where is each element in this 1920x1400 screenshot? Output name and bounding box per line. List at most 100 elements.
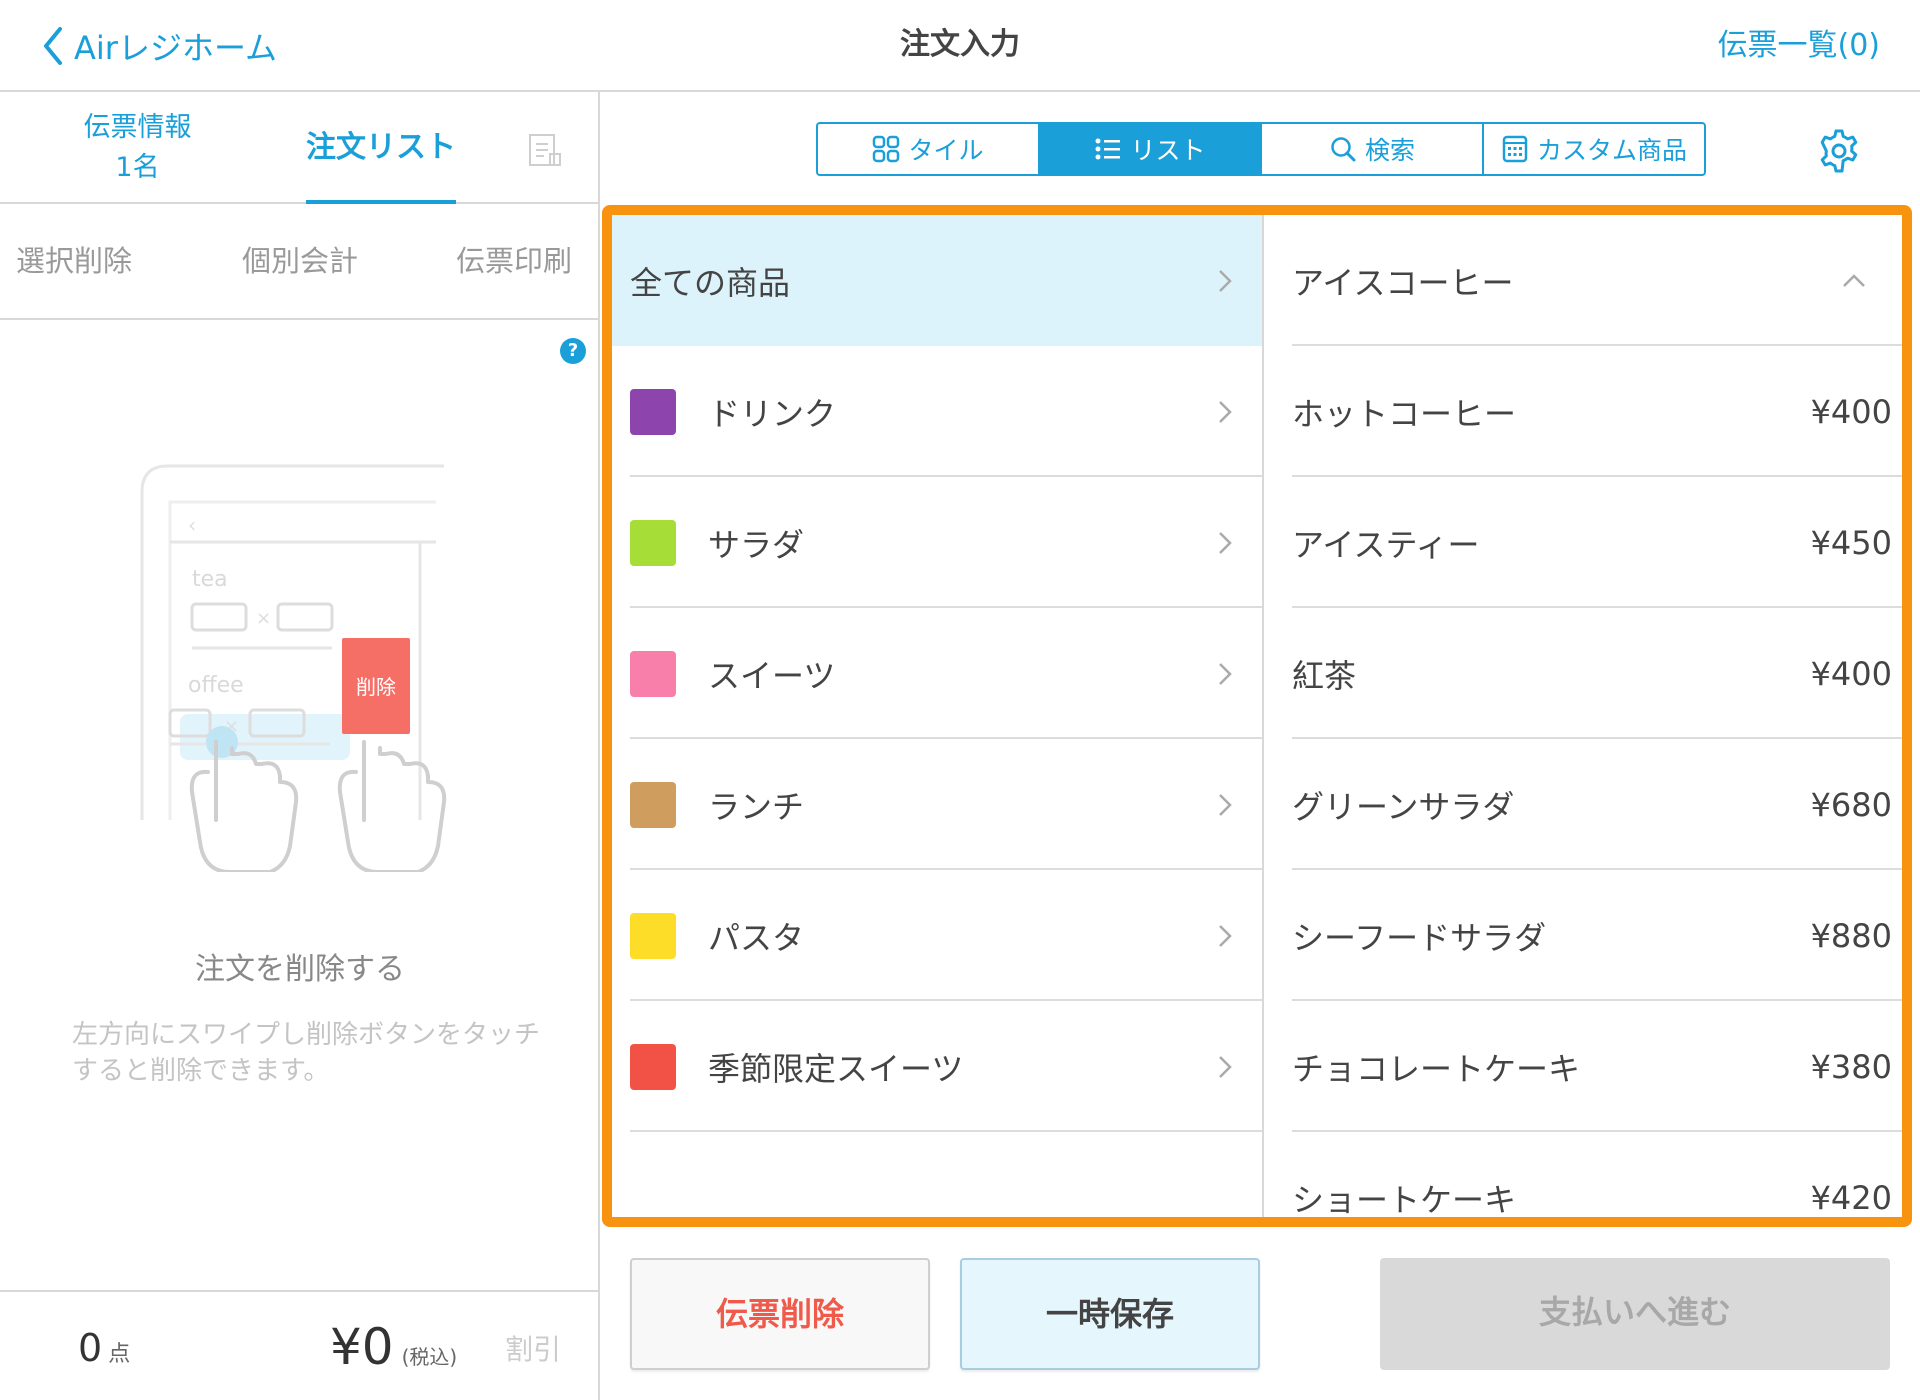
chevron-left-icon bbox=[44, 27, 62, 65]
chevron-up-icon bbox=[1843, 273, 1865, 287]
category-label: ランチ bbox=[708, 787, 805, 826]
category-drink[interactable]: ドリンク bbox=[612, 346, 1262, 477]
category-color-swatch bbox=[630, 912, 676, 959]
back-button[interactable]: Airレジホーム bbox=[42, 22, 277, 70]
category-label: パスタ bbox=[708, 918, 805, 957]
product-row[interactable]: グリーンサラダ ¥680 bbox=[1292, 739, 1902, 870]
category-seasonal-sweets[interactable]: 季節限定スイーツ bbox=[612, 1001, 1262, 1132]
empty-state-description: 左方向にスワイプし削除ボタンをタッチすると削除できます。 bbox=[72, 1020, 541, 1086]
tab-slip-info-label: 伝票情報 bbox=[83, 112, 192, 143]
category-label: 季節限定スイーツ bbox=[708, 1049, 964, 1088]
top-bar: Airレジホーム 注文入力 伝票一覧(0) bbox=[0, 0, 1920, 92]
category-color-swatch bbox=[630, 388, 676, 435]
view-mode-custom-product-label: カスタム商品 bbox=[1536, 136, 1687, 165]
view-mode-list[interactable]: リスト bbox=[1040, 124, 1262, 174]
illus-tea: tea bbox=[192, 567, 228, 592]
tax-included-label: (税込) bbox=[401, 1345, 458, 1369]
product-group-name: アイスコーヒー bbox=[1292, 263, 1514, 302]
product-name: グリーンサラダ bbox=[1292, 787, 1515, 826]
product-name: シーフードサラダ bbox=[1292, 918, 1547, 957]
tab-order-list[interactable]: 注文リスト bbox=[306, 92, 456, 204]
product-row[interactable]: シーフードサラダ ¥880 bbox=[1292, 870, 1902, 1001]
category-lunch[interactable]: ランチ bbox=[612, 739, 1262, 870]
category-pasta[interactable]: パスタ bbox=[612, 870, 1262, 1001]
chevron-right-icon bbox=[1219, 793, 1232, 816]
gear-icon[interactable] bbox=[1816, 128, 1862, 174]
product-price: ¥380 bbox=[1810, 1047, 1892, 1086]
illus-times-1: × bbox=[256, 608, 271, 629]
chevron-right-icon bbox=[1219, 1055, 1232, 1078]
discount-button[interactable]: 割引 bbox=[505, 1328, 561, 1368]
chevron-right-icon bbox=[1219, 924, 1232, 947]
list-icon bbox=[1095, 138, 1121, 160]
product-row[interactable]: アイスティー ¥450 bbox=[1292, 477, 1902, 608]
category-color-swatch bbox=[630, 650, 676, 697]
category-color-swatch bbox=[630, 1043, 676, 1090]
item-count-unit: 点 bbox=[108, 1342, 131, 1367]
category-salad[interactable]: サラダ bbox=[612, 477, 1262, 608]
product-list: アイスコーヒー ホットコーヒー ¥400 アイスティー ¥450 紅茶 ¥400… bbox=[1264, 215, 1902, 1217]
product-price: ¥880 bbox=[1810, 916, 1892, 955]
guest-count: 1名 bbox=[115, 152, 160, 183]
product-name: 紅茶 bbox=[1292, 656, 1357, 695]
product-row[interactable]: 紅茶 ¥400 bbox=[1292, 608, 1902, 739]
category-color-swatch bbox=[630, 519, 676, 566]
swipe-delete-illustration: ‹ tea × offee × 削除 bbox=[140, 464, 447, 872]
view-mode-search[interactable]: 検索 bbox=[1262, 124, 1484, 174]
product-price: ¥420 bbox=[1810, 1178, 1892, 1217]
search-icon bbox=[1331, 137, 1356, 162]
product-name: チョコレートケーキ bbox=[1292, 1049, 1581, 1088]
product-price: ¥400 bbox=[1810, 654, 1892, 693]
product-row[interactable]: ショートケーキ ¥420 bbox=[1292, 1132, 1902, 1219]
order-actions: 選択削除 個別会計 伝票印刷 ? bbox=[0, 204, 600, 364]
empty-state-title: 注文を削除する bbox=[195, 952, 405, 987]
product-row[interactable]: ホットコーヒー ¥400 bbox=[1292, 346, 1902, 477]
back-label: Airレジホーム bbox=[74, 29, 277, 67]
help-icon[interactable]: ? bbox=[560, 338, 586, 364]
chevron-right-icon bbox=[1219, 531, 1232, 554]
proceed-to-payment-button[interactable]: 支払いへ進む bbox=[1380, 1258, 1890, 1370]
sidebar-tabs: 伝票情報 1名 注文リスト bbox=[0, 92, 600, 204]
view-mode-list-label: リスト bbox=[1130, 136, 1206, 165]
product-name: ホットコーヒー bbox=[1292, 394, 1517, 433]
product-browser: 全ての商品 ドリンク サラダ スイーツ ランチ パスタ 季節限定スイーツ アイス… bbox=[602, 205, 1912, 1227]
order-summary: 0点 ¥0 (税込) 割引 bbox=[0, 1290, 600, 1400]
print-slip-button[interactable]: 伝票印刷 bbox=[456, 204, 574, 318]
chevron-right-icon bbox=[1219, 662, 1232, 685]
chevron-right-icon bbox=[1219, 269, 1232, 292]
product-price: ¥680 bbox=[1810, 785, 1892, 824]
category-list: 全ての商品 ドリンク サラダ スイーツ ランチ パスタ 季節限定スイーツ bbox=[612, 215, 1264, 1217]
tab-slip-info[interactable]: 伝票情報 1名 bbox=[60, 108, 215, 188]
delete-slip-button[interactable]: 伝票削除 bbox=[630, 1258, 930, 1370]
split-payment-button[interactable]: 個別会計 bbox=[242, 204, 358, 318]
view-mode-tile[interactable]: タイル bbox=[818, 124, 1040, 174]
svg-text:‹: ‹ bbox=[188, 513, 196, 537]
view-mode-tile-label: タイル bbox=[908, 136, 984, 165]
product-name: ショートケーキ bbox=[1292, 1180, 1517, 1219]
order-sidebar: 伝票情報 1名 注文リスト 選択削除 個別会計 伝票印刷 ? ‹ tea × o… bbox=[0, 92, 600, 1400]
category-label: スイーツ bbox=[708, 656, 836, 695]
select-delete-button[interactable]: 選択削除 bbox=[16, 204, 132, 318]
page-title: 注文入力 bbox=[900, 27, 1020, 62]
product-price: ¥450 bbox=[1810, 523, 1892, 562]
chevron-right-icon bbox=[1219, 400, 1232, 423]
category-label: ドリンク bbox=[708, 394, 837, 433]
item-count-value: 0 bbox=[78, 1326, 103, 1370]
category-sweets[interactable]: スイーツ bbox=[612, 608, 1262, 739]
item-count: 0点 bbox=[78, 1326, 130, 1370]
view-mode-custom-product[interactable]: カスタム商品 bbox=[1484, 124, 1704, 174]
order-total-value: ¥0 bbox=[330, 1318, 394, 1376]
product-price: ¥400 bbox=[1810, 392, 1892, 431]
illus-coffee: offee bbox=[188, 673, 244, 698]
calculator-icon bbox=[1502, 135, 1528, 163]
category-all[interactable]: 全ての商品 bbox=[612, 215, 1262, 346]
temp-save-button[interactable]: 一時保存 bbox=[960, 1258, 1260, 1370]
product-row[interactable]: チョコレートケーキ ¥380 bbox=[1292, 1001, 1902, 1132]
grid-icon bbox=[873, 135, 900, 163]
product-group-header[interactable]: アイスコーヒー bbox=[1292, 215, 1902, 346]
slip-list-link[interactable]: 伝票一覧(0) bbox=[1718, 22, 1881, 70]
category-color-swatch bbox=[630, 781, 676, 828]
product-name: アイスティー bbox=[1292, 525, 1480, 564]
document-icon[interactable] bbox=[526, 132, 562, 172]
category-label: サラダ bbox=[708, 525, 805, 564]
